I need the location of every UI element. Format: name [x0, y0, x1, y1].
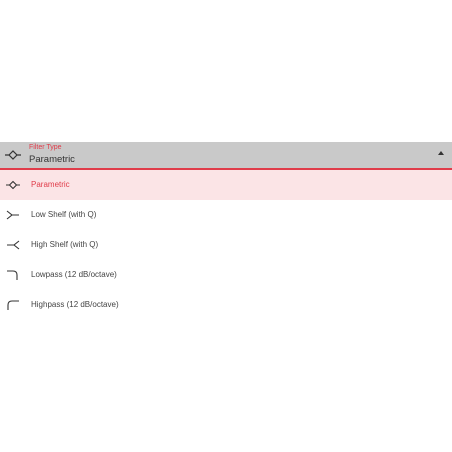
option-lowpass[interactable]: Lowpass (12 dB/octave) — [0, 260, 452, 290]
caret-up-icon[interactable] — [438, 151, 444, 155]
filter-type-select[interactable]: Filter Type Parametric — [0, 142, 452, 170]
option-parametric[interactable]: Parametric — [0, 170, 452, 200]
parametric-icon — [5, 178, 21, 192]
lowpass-icon — [5, 268, 21, 282]
option-label: Parametric — [31, 180, 70, 189]
filter-type-label: Filter Type — [29, 144, 62, 151]
filter-type-menu: Parametric Low Shelf (with Q) High Shelf… — [0, 170, 452, 320]
option-label: Highpass (12 dB/octave) — [31, 300, 119, 309]
highpass-icon — [5, 298, 21, 312]
option-label: Low Shelf (with Q) — [31, 210, 97, 219]
high-shelf-icon — [5, 238, 21, 252]
option-low-shelf[interactable]: Low Shelf (with Q) — [0, 200, 452, 230]
parametric-icon — [4, 146, 22, 164]
filter-type-value: Parametric — [29, 154, 75, 165]
low-shelf-icon — [5, 208, 21, 222]
option-highpass[interactable]: Highpass (12 dB/octave) — [0, 290, 452, 320]
option-label: Lowpass (12 dB/octave) — [31, 270, 117, 279]
option-label: High Shelf (with Q) — [31, 240, 99, 249]
option-high-shelf[interactable]: High Shelf (with Q) — [0, 230, 452, 260]
